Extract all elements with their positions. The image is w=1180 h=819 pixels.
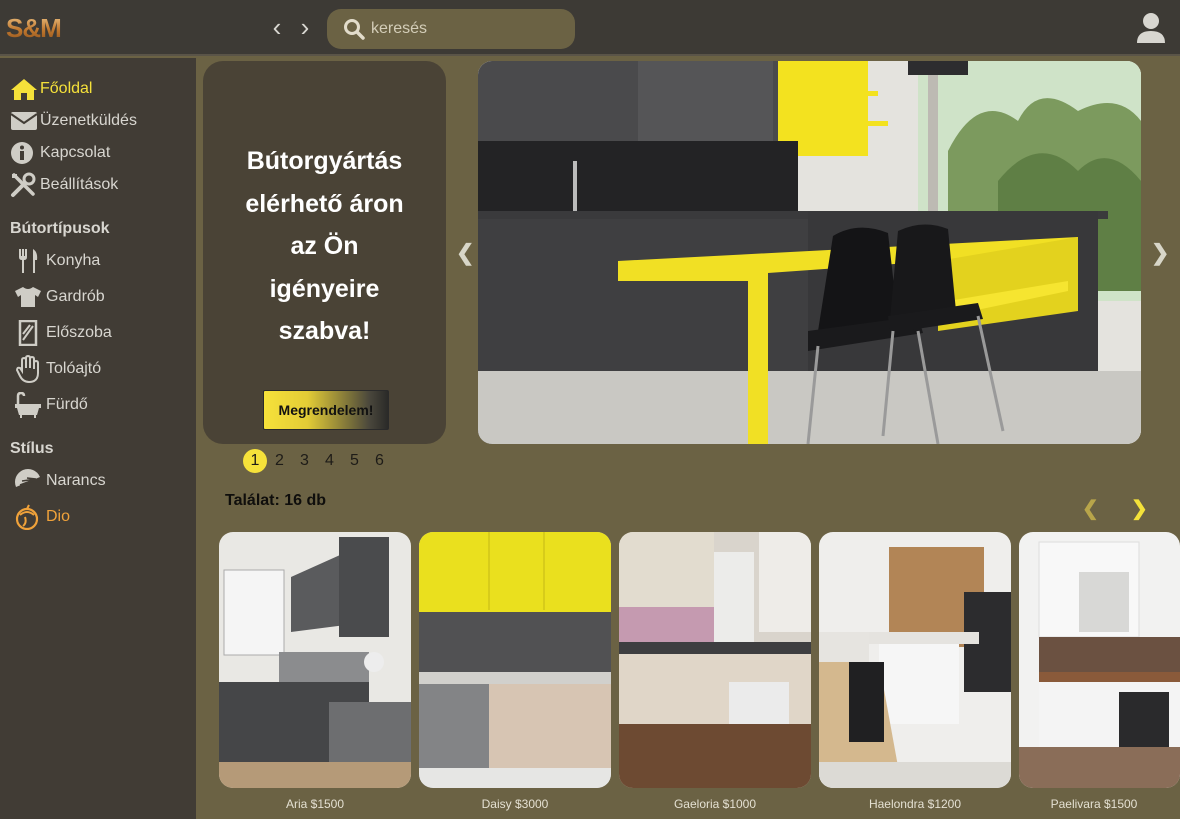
sidebar-item-uzenetkuldes[interactable]: Üzenetküldés (10, 107, 137, 135)
product-image (619, 532, 811, 788)
product-card-paelivara[interactable] (1019, 532, 1180, 788)
hero-carousel-image[interactable] (478, 61, 1141, 444)
product-caption: Haelondra $1200 (868, 797, 962, 811)
product-image (219, 532, 411, 788)
sidebar-item-label: Konyha (46, 252, 101, 269)
home-icon (10, 75, 40, 103)
sidebar-item-fooldal[interactable]: Főoldal (10, 75, 92, 103)
carousel-next-arrow-icon[interactable]: ❯ (1151, 240, 1169, 266)
hero-card: Bútorgyártás elérhető áron az Ön igényei… (203, 61, 446, 444)
product-image (419, 532, 611, 788)
tools-icon (10, 171, 40, 199)
product-image (819, 532, 1011, 788)
carousel-prev-arrow-icon[interactable]: ❮ (456, 240, 474, 266)
sidebar-item-kapcsolat[interactable]: Kapcsolat (10, 139, 110, 167)
search-box[interactable] (327, 9, 575, 49)
hand-icon (10, 355, 46, 383)
sidebar-item-dio[interactable]: Dio (10, 503, 70, 531)
forward-arrow-icon[interactable]: › (294, 14, 316, 40)
product-caption: Aria $1500 (285, 797, 345, 811)
product-card-aria[interactable] (219, 532, 411, 788)
product-caption: Gaeloria $1000 (673, 797, 757, 811)
product-image (1019, 532, 1180, 788)
top-bar: S&M ‹ › (0, 0, 1180, 56)
products-prev-arrow-icon[interactable]: ❮ (1082, 496, 1099, 521)
logo[interactable]: S&M (6, 13, 62, 44)
sidebar-item-konyha[interactable]: Konyha (10, 247, 100, 275)
section-title-stilus: Stílus (10, 440, 54, 457)
door-icon (10, 319, 46, 347)
back-arrow-icon[interactable]: ‹ (266, 14, 288, 40)
section-title-butortipusok: Bútortípusok (10, 220, 110, 237)
search-input[interactable] (371, 15, 561, 43)
page-4[interactable]: 4 (317, 449, 342, 473)
sidebar-item-eloszoba[interactable]: Előszoba (10, 319, 112, 347)
products-next-arrow-icon[interactable]: ❯ (1131, 496, 1148, 521)
bath-icon (10, 391, 46, 419)
page-3[interactable]: 3 (292, 449, 317, 473)
page-1[interactable]: 1 (243, 449, 267, 473)
product-card-gaeloria[interactable] (619, 532, 811, 788)
product-card-haelondra[interactable] (819, 532, 1011, 788)
orange-slice-icon (10, 467, 46, 495)
sidebar-item-label: Tolóajtó (46, 360, 102, 377)
sidebar-item-label: Fürdő (46, 396, 88, 413)
sidebar-item-gardrob[interactable]: Gardrób (10, 283, 105, 311)
sidebar-item-label: Gardrób (46, 288, 105, 305)
walnut-icon (10, 503, 46, 531)
sidebar-item-label: Kapcsolat (40, 144, 111, 161)
hero-headline: Bútorgyártás elérhető áron az Ön igényei… (245, 147, 404, 345)
search-icon[interactable] (343, 18, 365, 40)
sidebar-item-beallitasok[interactable]: Beállítások (10, 171, 118, 199)
results-count: Találat: 16 db (225, 492, 327, 509)
sidebar-item-furdo[interactable]: Fürdő (10, 391, 88, 419)
envelope-icon (10, 107, 40, 135)
user-icon[interactable] (1136, 12, 1166, 44)
product-caption: Paelivara $1500 (1050, 797, 1138, 811)
utensils-icon (10, 247, 46, 275)
page-2[interactable]: 2 (267, 449, 292, 473)
order-button[interactable]: Megrendelem! (263, 390, 389, 430)
sidebar-item-label: Narancs (46, 472, 106, 489)
sidebar-item-label: Dio (46, 508, 71, 525)
sidebar-item-narancs[interactable]: Narancs (10, 467, 106, 495)
sidebar-item-toloajto[interactable]: Tolóajtó (10, 355, 101, 383)
sidebar-item-label: Főoldal (40, 80, 93, 97)
sidebar: Főoldal Üzenetküldés Kapcsolat Beállítás… (0, 58, 196, 819)
sidebar-item-label: Beállítások (40, 176, 119, 193)
info-icon (10, 139, 40, 167)
carousel-pagination: 1 2 3 4 5 6 (243, 449, 392, 473)
page-6[interactable]: 6 (367, 449, 392, 473)
page-5[interactable]: 5 (342, 449, 367, 473)
sidebar-item-label: Előszoba (46, 324, 112, 341)
tshirt-icon (10, 283, 46, 311)
product-card-daisy[interactable] (419, 532, 611, 788)
kitchen-photo (478, 61, 1141, 444)
product-caption: Daisy $3000 (481, 797, 549, 811)
sidebar-item-label: Üzenetküldés (40, 112, 137, 129)
